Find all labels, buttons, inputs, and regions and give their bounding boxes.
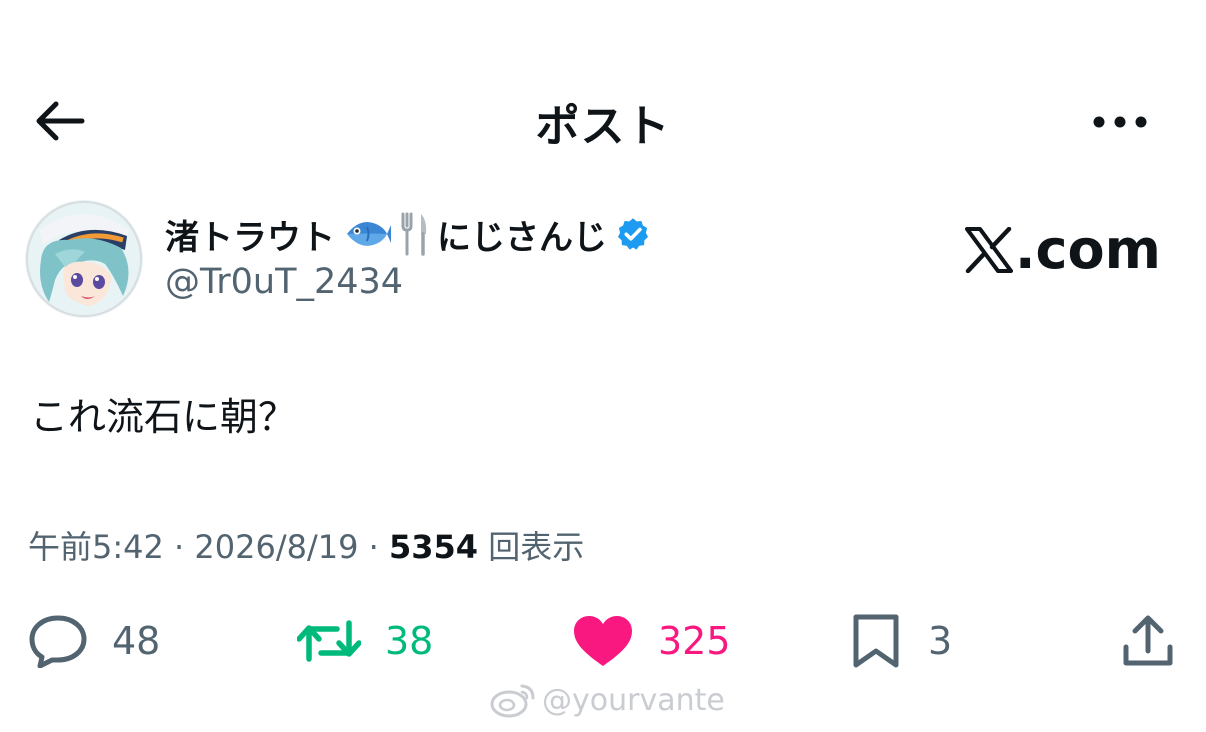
post-meta: 午前5:42 · 2026/8/19 · 5354 回表示 <box>28 522 584 568</box>
fish-icon <box>343 217 391 251</box>
watermark-text: @yourvante <box>542 682 725 718</box>
more-horizontal-icon <box>1093 116 1147 128</box>
x-logo-icon <box>965 226 1013 273</box>
meta-separator: · <box>368 528 379 566</box>
share-icon <box>1123 615 1173 666</box>
retweet-icon <box>297 620 361 662</box>
more-button[interactable] <box>1085 102 1155 142</box>
weibo-logo-icon <box>490 684 535 718</box>
author-affiliation: にじさんじ <box>437 217 607 258</box>
bookmark-icon <box>853 614 899 668</box>
reply-count: 48 <box>112 619 161 663</box>
action-bar: 48 38 325 3 <box>0 606 1206 676</box>
author-handle[interactable]: @Tr0uT_2434 <box>165 262 403 302</box>
views-label: 回表示 <box>488 528 585 566</box>
avatar-image <box>25 200 143 318</box>
top-bar: ポスト <box>0 80 1206 160</box>
views-count[interactable]: 5354 <box>389 528 478 566</box>
bookmark-button[interactable]: 3 <box>848 606 952 676</box>
retweet-button[interactable]: 38 <box>297 606 433 676</box>
bookmark-count: 3 <box>928 619 953 663</box>
post-date[interactable]: 2026/8/19 <box>194 528 358 566</box>
x-brand: .com <box>965 218 1161 281</box>
x-brand-label: .com <box>1015 218 1161 281</box>
watermark: @yourvante <box>490 682 725 718</box>
like-button[interactable]: 325 <box>572 606 731 676</box>
page-title: ポスト <box>535 101 671 152</box>
retweet-count: 38 <box>385 619 434 663</box>
reply-button[interactable]: 48 <box>28 606 160 676</box>
like-count: 325 <box>658 619 731 663</box>
avatar[interactable] <box>25 200 143 318</box>
fork-knife-icon <box>399 210 429 258</box>
author-name-row[interactable]: 渚トラウト にじさんじ <box>165 208 651 260</box>
heart-icon <box>574 616 632 666</box>
share-button[interactable] <box>1120 606 1176 676</box>
post-page: ポスト 渚トラウト にじさんじ @Tr0uT_2434 .com これ流石に朝？… <box>0 0 1206 732</box>
verified-badge-icon <box>615 216 651 252</box>
comment-icon <box>29 615 87 668</box>
meta-separator: · <box>174 528 185 566</box>
post-time[interactable]: 午前5:42 <box>28 528 164 566</box>
author-display-name: 渚トラウト <box>165 217 335 258</box>
post-text: これ流石に朝？ <box>30 395 297 439</box>
